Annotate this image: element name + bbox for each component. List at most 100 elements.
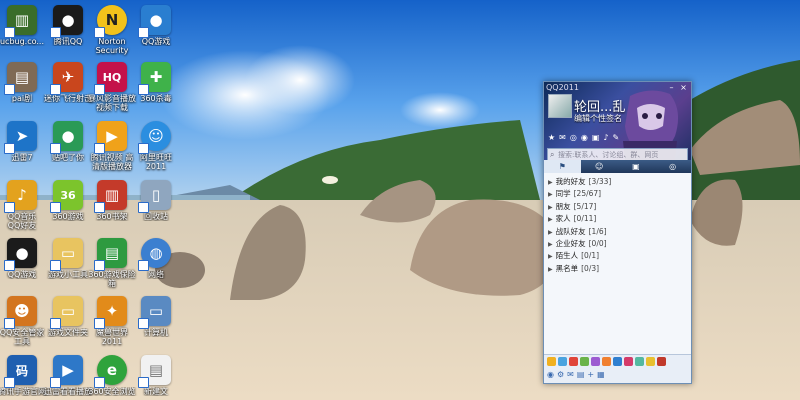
file-assistant-icon[interactable]: ▤	[577, 370, 585, 379]
group-name: 家人	[555, 214, 571, 224]
group-row[interactable]: ▶ 黑名单 [0/3]	[544, 263, 691, 275]
folder-icon-2: ▭	[50, 296, 83, 329]
app-shortcut-icon[interactable]	[558, 357, 567, 366]
tab-discussions[interactable]: ▣	[618, 160, 655, 173]
icon-label: ucbug.co...	[0, 37, 45, 46]
star-icon[interactable]: ★	[548, 133, 555, 142]
icon-label: QQ游戏	[7, 270, 37, 279]
chevron-right-icon: ▶	[548, 179, 553, 186]
desktop-icon[interactable]: ✚ 360杀毒	[130, 62, 182, 103]
group-row[interactable]: ▶ 朋友 [5/17]	[544, 201, 691, 213]
desktop-icon[interactable]: ▭ 计算机	[130, 296, 182, 337]
desktop-icon[interactable]: ▤ 新建文	[130, 355, 182, 396]
icon-label: 网络	[148, 270, 164, 279]
icon-label: QQ游戏	[141, 37, 171, 46]
desktop-icon[interactable]: ♪ QQ音乐 QQ好友	[0, 180, 48, 230]
app-shortcut-icon[interactable]	[646, 357, 655, 366]
photo-icon: ▤	[4, 62, 37, 95]
app-shortcut-icon[interactable]	[613, 357, 622, 366]
tab-recent[interactable]: ◎	[654, 160, 691, 173]
tab-contacts[interactable]: ⚑	[544, 160, 581, 173]
app-shortcut-icon[interactable]	[569, 357, 578, 366]
group-name: 同学	[555, 189, 571, 199]
desktop-icon[interactable]: ● QQ游戏	[130, 5, 182, 46]
group-count: [25/67]	[573, 189, 602, 199]
group-row[interactable]: ▶ 企业好友 [0/0]	[544, 238, 691, 250]
close-button[interactable]: ×	[679, 84, 688, 92]
desktop-icon[interactable]: ▥ ucbug.co...	[0, 5, 48, 46]
group-count: [0/1]	[581, 251, 600, 261]
recycle-bin-icon: ▯	[138, 180, 171, 213]
main-menu-icon[interactable]: ◉	[547, 370, 554, 379]
tool-icon[interactable]: ✎	[613, 133, 620, 142]
desktop-icon[interactable]: 码腾讯手游官网	[0, 355, 48, 396]
qq-penguin-icon: ●	[50, 5, 83, 38]
qq-penguin-icon-2: ●	[4, 238, 37, 271]
icon-label-line2: QQ好友	[7, 221, 37, 230]
desktop-icon[interactable]: ☺ 阿里旺旺 2011	[130, 121, 182, 171]
desktop-icon[interactable]: ◍ 网络	[130, 238, 182, 279]
bottom-toolbar: ◉ ⚙ ✉ ▤ + ▦	[547, 370, 605, 379]
group-count: [3/33]	[588, 177, 612, 186]
thunder-icon: ➤	[4, 121, 37, 154]
minimize-button[interactable]: –	[667, 84, 676, 92]
app-shortcut-icon[interactable]	[580, 357, 589, 366]
group-name: 企业好友	[555, 238, 586, 248]
plane-icon: ✈	[50, 62, 83, 95]
group-name: 朋友	[555, 201, 571, 211]
app-shortcut-icon[interactable]	[547, 357, 556, 366]
group-row[interactable]: ▶ 我的好友 [3/33]	[544, 176, 691, 188]
search-icon: ⌕	[550, 150, 555, 159]
qq-game-icon: ●	[138, 5, 171, 38]
icon-label-line2: 2011	[101, 337, 123, 346]
group-row[interactable]: ▶ 战队好友 [1/6]	[544, 226, 691, 238]
wallet-icon[interactable]: ▣	[592, 133, 600, 142]
group-name: 黑名单	[555, 263, 579, 273]
pet-icon: ●	[50, 121, 83, 154]
group-row[interactable]: ▶ 家人 [0/11]	[544, 213, 691, 225]
chevron-right-icon: ▶	[548, 265, 553, 273]
avatar[interactable]	[548, 94, 572, 118]
music-icon[interactable]: ♪	[603, 133, 608, 142]
desktop-icon[interactable]: ▤ pai剧	[0, 62, 48, 103]
qq-guard-icon: ☻	[4, 296, 37, 329]
icon-label-line2: 箱	[108, 279, 116, 288]
window-controls: – ×	[667, 84, 688, 92]
signature[interactable]: 编辑个性签名	[574, 113, 622, 124]
icon-label-line2: Security	[95, 46, 129, 55]
text-file-icon: ▤	[138, 355, 171, 388]
app-shortcut-icon[interactable]	[602, 357, 611, 366]
desktop-icon[interactable]: ● QQ游戏	[0, 238, 48, 279]
tab-groups[interactable]: ☺	[581, 160, 618, 173]
app-shortcut-icon[interactable]	[657, 357, 666, 366]
group-count: [0/3]	[581, 263, 600, 273]
group-count: [1/6]	[588, 226, 607, 236]
chevron-right-icon: ▶	[548, 253, 553, 261]
zone-icon[interactable]: ◎	[570, 133, 577, 142]
game-icon: 码	[4, 355, 37, 388]
group-row[interactable]: ▶ 陌生人 [0/1]	[544, 250, 691, 262]
group-row[interactable]: ▶ 同学 [25/67]	[544, 188, 691, 200]
icon-label: QQ安全管家	[0, 328, 45, 337]
group-count: [5/17]	[573, 201, 597, 211]
bookshelf-icon: ▥	[94, 180, 127, 213]
system-settings-icon[interactable]: ⚙	[557, 370, 564, 379]
chevron-right-icon: ▶	[548, 240, 553, 248]
mail-icon[interactable]: ✉	[559, 133, 566, 142]
add-friend-icon[interactable]: +	[587, 370, 594, 379]
wangwang-icon: ☺	[138, 121, 171, 154]
group-count: [0/0]	[588, 238, 607, 248]
icon-label: pai剧	[11, 94, 33, 103]
app-shortcut-icon[interactable]	[591, 357, 600, 366]
message-manager-icon[interactable]: ✉	[567, 370, 574, 379]
app-box-icon[interactable]: ▦	[597, 370, 605, 379]
desktop-icon[interactable]: ▯ 回收站	[130, 180, 182, 221]
app-shortcut-icon[interactable]	[635, 357, 644, 366]
desktop-icon[interactable]: ➤ 迅雷7	[0, 121, 48, 162]
app-shortcut-icon[interactable]	[624, 357, 633, 366]
contact-group-list: ▶ 我的好友 [3/33] ▶ 同学 [25/67] ▶ 朋友 [5/17] ▶ 家人 [0/1…	[544, 176, 691, 275]
kankan-icon: ▶	[50, 355, 83, 388]
weibo-icon[interactable]: ◉	[581, 133, 588, 142]
group-name: 陌生人	[555, 251, 579, 261]
desktop-icon[interactable]: ☻ QQ安全管家 工具	[0, 296, 48, 346]
